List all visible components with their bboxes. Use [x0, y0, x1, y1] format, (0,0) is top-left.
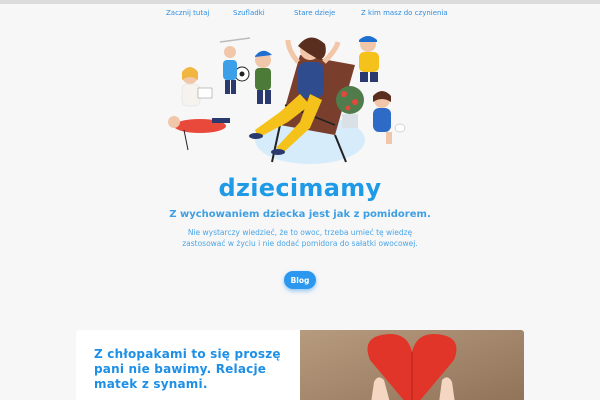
nav-link-drawers[interactable]: Szufladki	[233, 9, 265, 17]
boy-bandana	[359, 36, 379, 82]
boy-with-cap	[255, 50, 272, 104]
featured-post-card[interactable]: Z chłopakami to się proszę pani nie bawi…	[76, 330, 524, 400]
girl-reading	[181, 67, 213, 107]
hero-illustration	[168, 36, 406, 164]
crying-girl	[373, 91, 406, 144]
nav-link-archive[interactable]: Stare dzieje	[294, 9, 335, 17]
hero-description: Nie wystarczy wiedzieć, że to owoc, trze…	[182, 228, 418, 248]
nav-link-about[interactable]: Z kim masz do czynienia	[361, 9, 448, 17]
main-nav: Zacznij tutaj Szufladki Stare dzieje Z k…	[0, 9, 600, 21]
crying-boy-lying	[168, 116, 230, 151]
heart-hands-image	[300, 330, 524, 400]
boy-with-sword	[219, 37, 251, 94]
hero-tagline: Z wychowaniem dziecka jest jak z pomidor…	[169, 209, 431, 220]
soccer-ball-icon	[234, 66, 250, 82]
featured-post-title[interactable]: Z chłopakami to się proszę pani nie bawi…	[94, 347, 294, 392]
top-border	[0, 0, 600, 4]
blog-button[interactable]: Blog	[284, 271, 316, 289]
nav-link-start[interactable]: Zacznij tutaj	[166, 9, 209, 17]
site-brand: dziecimamy	[218, 174, 382, 202]
